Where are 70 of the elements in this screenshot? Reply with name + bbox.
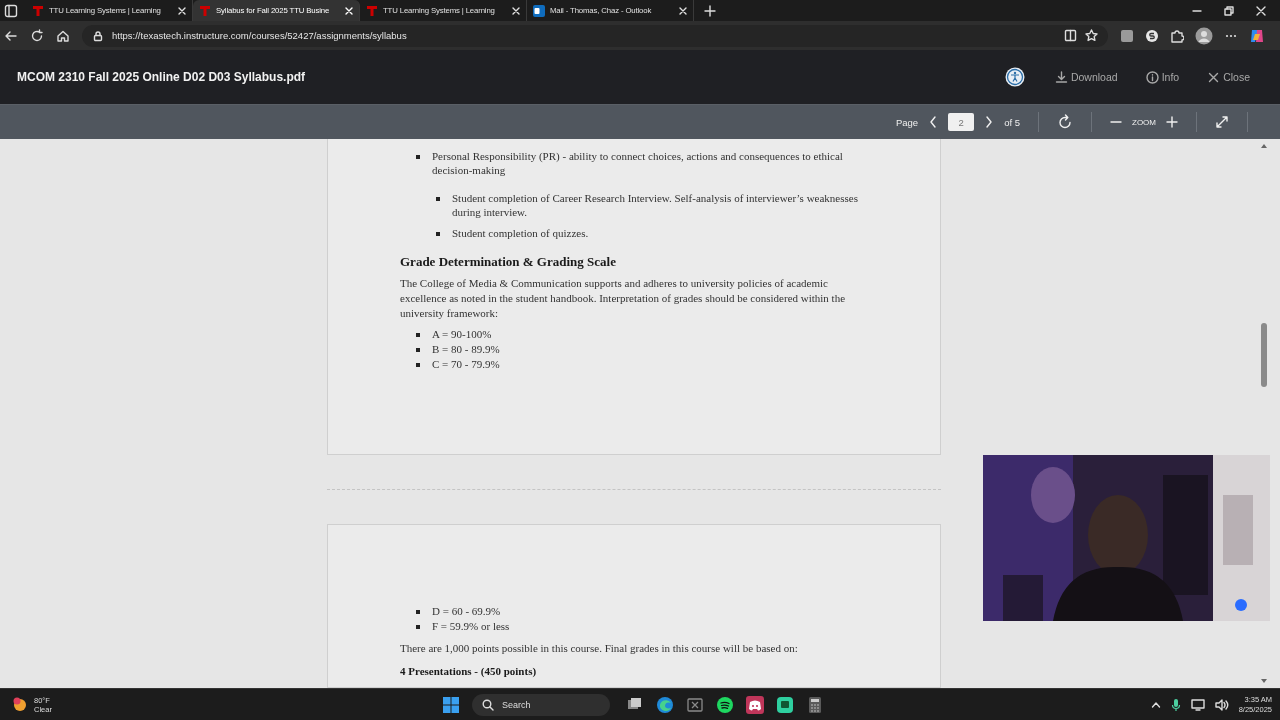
copilot-icon[interactable] (1249, 27, 1265, 44)
rotate-icon[interactable] (1057, 114, 1073, 130)
star-icon[interactable] (1085, 29, 1098, 42)
page-number-field[interactable]: 2 (948, 113, 975, 131)
speaker-icon[interactable] (1214, 698, 1229, 711)
fullscreen-icon[interactable] (1215, 115, 1229, 129)
browser-icon[interactable] (656, 695, 674, 714)
header-button[interactable]: Close (1203, 68, 1254, 86)
search-field[interactable]: Search (472, 693, 610, 716)
accessibility-icon[interactable] (1004, 67, 1025, 87)
display-icon[interactable] (1190, 698, 1205, 711)
bullet-icon (416, 363, 420, 367)
close-icon[interactable] (1256, 5, 1266, 16)
home-icon[interactable] (56, 28, 70, 43)
bullet-icon (416, 625, 420, 629)
calculator-icon[interactable] (806, 695, 824, 714)
spreadsheet-icon[interactable] (686, 695, 704, 714)
close-icon[interactable] (511, 5, 521, 16)
search-icon (482, 698, 494, 711)
list-item: Personal Responsibility (PR) - ability to connect choices, actions and consequences to ethical decision-making (432, 149, 844, 177)
music-icon[interactable] (716, 695, 734, 714)
puzzle-icon[interactable] (1170, 28, 1184, 43)
split-screen-icon[interactable] (1064, 29, 1077, 42)
close-icon[interactable] (678, 5, 688, 16)
bullet-icon (416, 348, 420, 352)
list-item: C = 70 - 79.9% (432, 357, 500, 371)
download-icon (1054, 70, 1068, 84)
extension-icon[interactable] (1145, 28, 1159, 43)
sun-icon (12, 696, 28, 713)
info-icon (1145, 70, 1159, 84)
zoom-label: ZOOM (1132, 117, 1156, 127)
zoom-in-icon[interactable] (1166, 116, 1178, 128)
tab-actions-icon[interactable] (4, 3, 18, 18)
new-tab-icon[interactable] (704, 4, 716, 17)
list-item: Student completion of quizzes. (452, 226, 589, 240)
message-icon[interactable] (776, 695, 794, 714)
page-label: Page (895, 116, 919, 128)
list-item: B = 80 - 89.9% (432, 342, 500, 356)
list-item: Student completion of Career Research Interview. Self-analysis of interviewer’s weaknesses during interview. (452, 191, 859, 219)
microphone-icon[interactable] (1170, 697, 1181, 712)
header-button[interactable]: Info (1141, 68, 1184, 86)
scroll-up-icon[interactable] (1260, 143, 1268, 149)
extension-icon[interactable] (1120, 28, 1134, 43)
mail-icon (532, 3, 546, 18)
bullet-icon (436, 232, 440, 236)
restore-icon[interactable] (1224, 5, 1234, 16)
chat-app-icon[interactable] (746, 695, 764, 714)
close-icon (1207, 70, 1221, 84)
header-button[interactable]: Download (1050, 68, 1122, 86)
scroll-down-icon[interactable] (1260, 678, 1268, 684)
start-icon[interactable] (442, 695, 460, 714)
paragraph: The College of Media & Communication supports and adheres to university policies of academic excellence as noted in the student handbook. Interpretation of grades should be considered within the university framework: (400, 276, 847, 321)
list-item: A = 90-100% (432, 327, 492, 341)
paragraph: There are 1,000 points possible in this course. Final grades in this course will be based on: (400, 641, 799, 656)
list-item: F = 59.9% or less (432, 619, 510, 633)
section-heading: Grade Determination & Grading Scale (400, 254, 617, 270)
profile-icon[interactable] (1195, 26, 1213, 45)
close-icon[interactable] (177, 5, 187, 16)
address-field[interactable]: https://texastech.instructure.com/courses/52427/assignments/syllabus (82, 24, 1108, 47)
page-count: of 5 (1004, 116, 1020, 128)
bullet-icon (416, 610, 420, 614)
document-title: MCOM 2310 Fall 2025 Online D02 D03 Syllabus.pdf (17, 70, 306, 84)
list-item: D = 60 - 69.9% (432, 604, 501, 618)
refresh-icon[interactable] (30, 28, 44, 43)
bullet-icon (436, 197, 440, 201)
paragraph: 4 Presentations - (450 points) (400, 664, 538, 679)
bullet-icon (416, 333, 420, 337)
lock-icon (92, 29, 104, 42)
scrollbar-thumb[interactable] (1261, 323, 1267, 387)
bullet-icon (416, 155, 420, 159)
